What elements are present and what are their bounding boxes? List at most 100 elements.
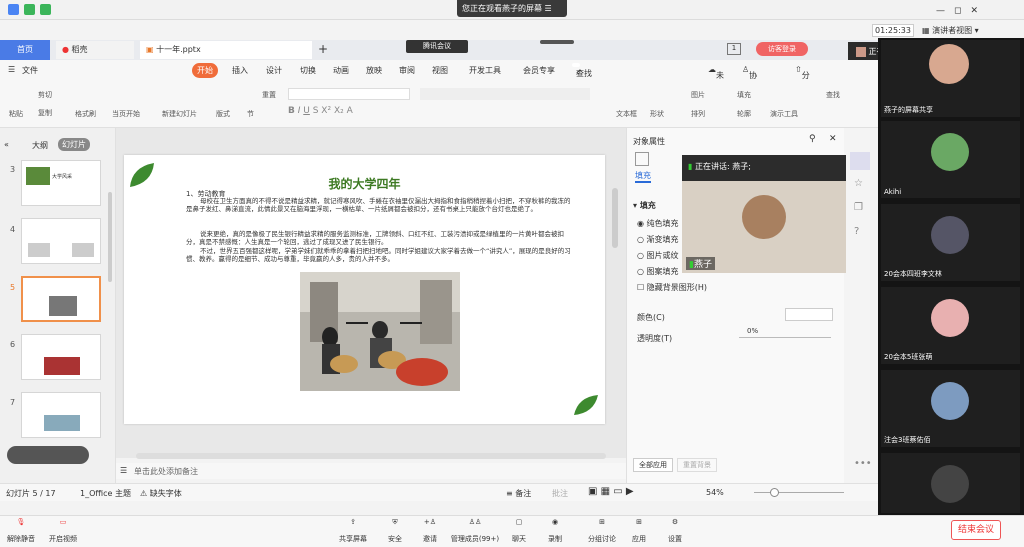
copy-button[interactable]: 复制 [38,108,52,118]
textbox-button[interactable]: 文本框 [616,109,637,119]
new-tab-button[interactable]: + [318,42,328,56]
participant-card[interactable]: 燕子的屏幕共享 [881,40,1020,117]
pin-icon[interactable]: ⚲ [809,134,816,144]
canvas-hscrollbar[interactable] [136,453,606,459]
collapse-panel-icon[interactable]: « [4,140,9,149]
apps-button[interactable]: ⊞ 应用 [628,518,650,544]
slide-thumbnail-7[interactable] [21,392,101,438]
new-slide-button[interactable]: 新建幻灯片 [162,109,197,119]
presenter-view-select[interactable]: ▦ 演讲者视图 ▾ [922,24,1018,37]
tab-outline[interactable]: 大纲 [32,140,48,151]
share-screen-button[interactable]: ⇪ 共享屏幕 [336,518,370,544]
gradient-fill-radio[interactable]: ○ 渐变填充 [637,234,679,245]
participant-card[interactable]: 20会本四班李文林 [881,204,1020,281]
shape-button[interactable]: 形状 [650,109,664,119]
breakout-button[interactable]: ⊞ 分组讨论 [584,518,620,544]
menu-show[interactable]: 放映 [366,65,382,76]
picture-button[interactable]: 图片 [691,90,705,100]
menu-file[interactable]: 文件 [22,65,38,76]
section-button[interactable]: 节 [247,109,254,119]
zoom-thumb[interactable] [770,488,779,497]
zoom-slider[interactable] [754,492,844,493]
properties-icon[interactable] [850,152,870,170]
menu-icon[interactable]: ☰ [545,4,552,13]
font-select[interactable] [288,88,410,100]
doc-tab[interactable]: ▣ 十一年.pptx [140,41,312,59]
start-from-current-button[interactable]: 当页开始 [112,109,140,119]
slide-thumbnail-3[interactable]: 大学风采 [21,160,101,206]
info-icon[interactable] [8,4,19,15]
tab-slides[interactable]: 幻灯片 [58,138,90,151]
hide-background-checkbox[interactable]: ☐ 隐藏背景图形(H) [637,282,707,293]
outline-button[interactable]: 轮廓 [737,109,751,119]
menu-design[interactable]: 设计 [266,65,282,76]
menu-view[interactable]: 视图 [432,65,448,76]
home-tab[interactable]: 首页 [0,40,50,60]
font-style-row[interactable]: B I U S X² X₂ A [288,106,353,116]
record-button[interactable]: ◉ 录制 [544,518,566,544]
menu-review[interactable]: 审阅 [399,65,415,76]
menu-start[interactable]: 开始 [192,63,218,78]
star-icon[interactable]: ☆ [854,178,863,189]
command-search[interactable]: ⌕ 查找命令、搜索模板 [572,63,592,122]
thumbs-scrollbar[interactable] [108,192,112,282]
drag-handle[interactable] [540,40,574,44]
pattern-fill-radio[interactable]: ○ 图案填充 [637,266,679,277]
arrange-button[interactable]: 排列 [691,109,705,119]
slide-thumbnail-4[interactable] [21,218,101,264]
menu-member[interactable]: 会员专享 [523,65,555,76]
unmute-button[interactable]: 🎙 解除静音 [6,518,36,544]
format-painter-button[interactable]: 格式刷 [75,109,96,119]
menu-insert[interactable]: 插入 [232,65,248,76]
help-icon[interactable]: ? [854,226,859,237]
solid-fill-radio[interactable]: ◉ 纯色填充 [637,218,679,229]
menu-animation[interactable]: 动画 [333,65,349,76]
paste-button[interactable]: 粘贴 [9,109,23,119]
close-icon[interactable]: ✕ [829,134,837,144]
share-button[interactable]: ⇧ 分享 [795,65,810,91]
security-button[interactable]: ⛨ 安全 [384,518,406,544]
copy-icon[interactable]: ❐ [854,202,863,213]
participant-card[interactable] [881,453,1020,513]
fill-tab[interactable]: 填充 [635,170,651,183]
view-mode-buttons[interactable]: ▣ ▦ ▭ ▶ [588,486,634,497]
chat-button[interactable]: ▢ 聊天 [508,518,530,544]
invite-button[interactable]: +♙ 邀请 [418,518,442,544]
layout-button[interactable]: 版式 [216,109,230,119]
manage-members-button[interactable]: ♙♙ 管理成员(99+) [450,518,500,544]
presentation-tools-button[interactable]: 演示工具 [770,109,798,119]
slide-thumbnail-6[interactable] [21,334,101,380]
sync-status[interactable]: ☁ 未同步 [708,65,724,102]
notes-bar[interactable]: ☰ 单击此处添加备注 [116,463,626,479]
shield-icon[interactable] [24,4,35,15]
remarks-button[interactable]: ≡ 备注 [506,488,531,499]
participant-card[interactable]: Akihi [881,121,1020,198]
tencent-meeting-badge[interactable]: 腾讯会议 [406,40,468,53]
paragraph-tools[interactable] [420,88,590,100]
reset-button[interactable]: 重置 [262,90,276,100]
participant-card[interactable]: 注会3班蔡佑佰 [881,370,1020,447]
find-button[interactable]: 查找 [826,90,840,100]
menu-dev[interactable]: 开发工具 [469,65,501,76]
comment-button[interactable]: 批注 [552,488,568,499]
hamburger-icon[interactable]: ☰ [8,65,15,74]
color-picker[interactable] [785,308,833,321]
end-meeting-button[interactable]: 结束会议 [951,520,1001,540]
more-icon[interactable]: ••• [854,458,872,469]
start-video-button[interactable]: ▭ 开启视频 [48,518,78,544]
canvas-vscrollbar[interactable] [612,188,618,248]
cut-button[interactable]: 剪切 [38,90,52,100]
shell-tab[interactable]: ● 稻壳 [56,41,134,59]
fill-section-header[interactable]: ▾ 填充 [633,200,656,211]
apply-all-button[interactable]: 全部应用 [633,458,673,472]
guest-login-button[interactable]: 访客登录 [756,42,808,56]
menu-switch[interactable]: 切换 [300,65,316,76]
picture-fill-radio[interactable]: ○ 图片或纹 [637,250,679,261]
floating-control-bar[interactable] [7,446,89,464]
collab-button[interactable]: ♙ 协作 [742,65,757,91]
participant-card[interactable]: 20会本5班张萌 [881,287,1020,364]
slide[interactable]: 我的大学四年 1、劳动教育 母校在卫生方面真的不得不说是精益求精，就记得寒风吹、… [124,155,605,424]
settings-button[interactable]: ⚙ 设置 [664,518,686,544]
speaker-video-window[interactable]: ▮ 正在讲话: 燕子; ▮燕子 [682,155,846,273]
missing-font[interactable]: ⚠ 缺失字体 [140,488,182,499]
